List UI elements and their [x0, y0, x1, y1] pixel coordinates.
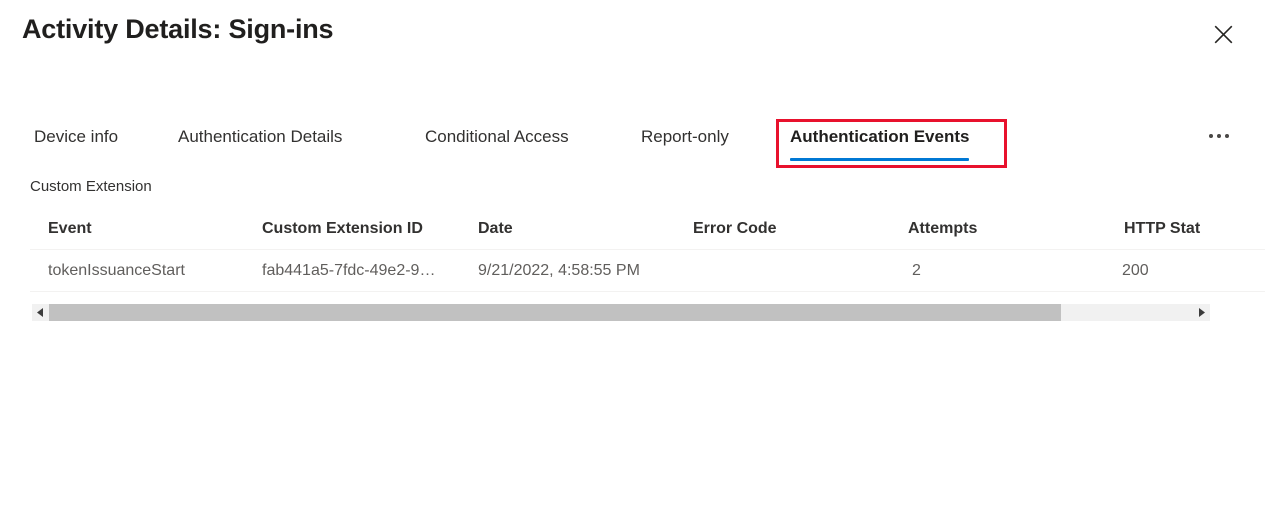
- cell-date: 9/21/2022, 4:58:55 PM: [478, 261, 640, 279]
- cell-error-code: [693, 250, 893, 291]
- tab-bar: Device info Authentication Details Condi…: [0, 115, 1265, 171]
- tab-label: Conditional Access: [425, 127, 569, 146]
- column-header-custom-extension-id[interactable]: Custom Extension ID: [262, 208, 492, 249]
- table-header-row: Event Custom Extension ID Date Error Cod…: [30, 208, 1265, 250]
- tab-conditional-access[interactable]: Conditional Access: [423, 115, 571, 159]
- scrollbar-thumb[interactable]: [49, 304, 1062, 321]
- table-row[interactable]: tokenIssuanceStart fab441a5-7fdc-49e2-9……: [30, 250, 1265, 292]
- ellipsis-icon: [1217, 134, 1221, 138]
- cell-event: tokenIssuanceStart: [48, 261, 185, 279]
- panel-header: Activity Details: Sign-ins: [0, 0, 1265, 78]
- column-header-date[interactable]: Date: [478, 208, 708, 249]
- tab-label: Authentication Details: [178, 127, 343, 146]
- tab-label: Authentication Events: [790, 127, 970, 146]
- scrollbar-track[interactable]: [49, 304, 1193, 321]
- scroll-left-button[interactable]: [32, 304, 49, 321]
- ellipsis-icon: [1225, 134, 1229, 138]
- scroll-right-button[interactable]: [1193, 304, 1210, 321]
- tab-label: Report-only: [641, 127, 729, 146]
- column-header-error-code[interactable]: Error Code: [693, 208, 893, 249]
- active-tab-indicator: [790, 158, 970, 161]
- tab-device-info[interactable]: Device info: [32, 115, 120, 159]
- column-header-attempts[interactable]: Attempts: [908, 208, 1108, 249]
- custom-extension-table: Event Custom Extension ID Date Error Cod…: [30, 208, 1265, 300]
- horizontal-scrollbar[interactable]: [32, 304, 1210, 321]
- tab-label: Device info: [34, 127, 119, 146]
- tab-authentication-events[interactable]: Authentication Events: [788, 115, 971, 161]
- column-header-http-status[interactable]: HTTP Stat: [1124, 208, 1265, 249]
- close-button[interactable]: [1207, 18, 1239, 50]
- chevron-right-icon: [1198, 304, 1205, 322]
- page-title: Activity Details: Sign-ins: [22, 14, 334, 44]
- cell-attempts: 2: [912, 261, 921, 279]
- column-header-event[interactable]: Event: [48, 208, 268, 249]
- ellipsis-icon: [1209, 134, 1213, 138]
- close-icon: [1214, 25, 1233, 44]
- chevron-left-icon: [37, 304, 44, 322]
- tab-authentication-details[interactable]: Authentication Details: [176, 115, 344, 159]
- cell-http-status: 200: [1122, 261, 1149, 279]
- tab-report-only[interactable]: Report-only: [639, 115, 731, 159]
- cell-custom-extension-id: fab441a5-7fdc-49e2-9…: [262, 261, 436, 279]
- section-label-custom-extension: Custom Extension: [30, 178, 152, 195]
- tab-overflow-button[interactable]: [1199, 119, 1239, 153]
